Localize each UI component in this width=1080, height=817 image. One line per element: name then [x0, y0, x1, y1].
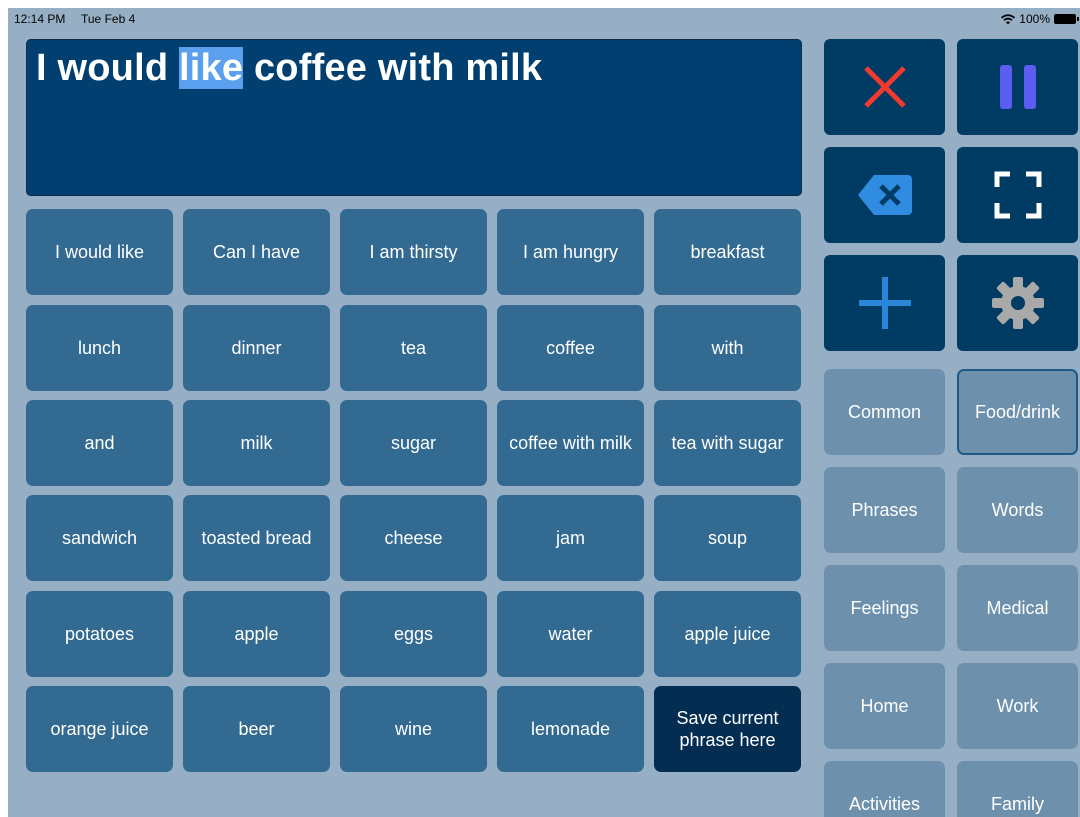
status-time: 12:14 PM	[14, 12, 66, 26]
phrase-tile[interactable]: coffee	[497, 305, 644, 391]
phrase-tile[interactable]: I would like	[26, 209, 173, 295]
backspace-icon	[857, 175, 912, 215]
category-label: Phrases	[851, 499, 918, 520]
save-phrase-tile[interactable]: Save current phrase here	[654, 686, 801, 772]
category-label: Family	[991, 793, 1044, 814]
category-words[interactable]: Words	[957, 467, 1078, 553]
gear-icon	[991, 277, 1044, 329]
phrase-tile[interactable]: dinner	[183, 305, 330, 391]
phrase-display[interactable]: I would like coffee with milk	[26, 39, 802, 196]
pause-button[interactable]	[957, 39, 1078, 135]
phrase-tile[interactable]: wine	[340, 686, 487, 772]
category-feelings[interactable]: Feelings	[824, 565, 945, 651]
phrase-text-after: coffee with milk	[243, 47, 543, 89]
category-family[interactable]: Family	[957, 761, 1078, 817]
category-common[interactable]: Common	[824, 369, 945, 455]
clear-phrase-button[interactable]	[824, 39, 945, 135]
phrase-tile[interactable]: I am hungry	[497, 209, 644, 295]
category-phrases[interactable]: Phrases	[824, 467, 945, 553]
phrase-tile[interactable]: coffee with milk	[497, 400, 644, 486]
add-button[interactable]	[824, 255, 945, 351]
phrase-tile[interactable]: apple juice	[654, 591, 801, 677]
category-activities[interactable]: Activities	[824, 761, 945, 817]
phrase-tile[interactable]: beer	[183, 686, 330, 772]
category-label: Activities	[848, 793, 920, 814]
phrase-tile[interactable]: sugar	[340, 400, 487, 486]
phrase-tile[interactable]: tea	[340, 305, 487, 391]
phrase-tile[interactable]: lemonade	[497, 686, 644, 772]
phrase-tile[interactable]: milk	[183, 400, 330, 486]
phrase-tile[interactable]: eggs	[340, 591, 487, 677]
phrase-tile[interactable]: sandwich	[26, 495, 173, 581]
category-label: Words	[991, 499, 1044, 520]
settings-button[interactable]	[957, 255, 1078, 351]
app-screen: 12:14 PM Tue Feb 4 100% I would like cof…	[8, 8, 1080, 817]
phrase-selected-word[interactable]: like	[179, 47, 244, 89]
category-label: Common	[847, 401, 922, 422]
backspace-button[interactable]	[824, 147, 945, 243]
plus-icon	[858, 277, 911, 329]
category-label: Medical	[986, 597, 1049, 618]
phrase-tile[interactable]: apple	[183, 591, 330, 677]
pause-icon	[999, 65, 1036, 109]
phrase-tile[interactable]: cheese	[340, 495, 487, 581]
category-food-drink[interactable]: Food/drink	[957, 369, 1078, 455]
phrase-tile[interactable]: I am thirsty	[340, 209, 487, 295]
phrase-tile[interactable]: and	[26, 400, 173, 486]
close-icon	[863, 66, 906, 108]
wifi-icon	[1001, 13, 1016, 24]
category-home[interactable]: Home	[824, 663, 945, 749]
save-phrase-label: Save current phrase here	[676, 708, 779, 750]
phrase-tile[interactable]: breakfast	[654, 209, 801, 295]
battery-icon	[1054, 14, 1079, 24]
phrase-tile[interactable]: jam	[497, 495, 644, 581]
category-label: Feelings	[850, 597, 919, 618]
phrase-tile[interactable]: Can I have	[183, 209, 330, 295]
status-bar: 12:14 PM Tue Feb 4 100%	[8, 8, 1080, 30]
phrase-tile[interactable]: toasted bread	[183, 495, 330, 581]
phrase-tile[interactable]: lunch	[26, 305, 173, 391]
phrase-tile[interactable]: tea with sugar	[654, 400, 801, 486]
phrase-tile[interactable]: with	[654, 305, 801, 391]
phrase-text[interactable]: I would like coffee with milk	[36, 47, 542, 90]
fullscreen-button[interactable]	[957, 147, 1078, 243]
status-date: Tue Feb 4	[81, 12, 136, 26]
category-label: Home	[860, 695, 909, 716]
phrase-text-before: I would	[36, 47, 180, 89]
category-medical[interactable]: Medical	[957, 565, 1078, 651]
phrase-tile[interactable]: potatoes	[26, 591, 173, 677]
phrase-tile[interactable]: orange juice	[26, 686, 173, 772]
category-work[interactable]: Work	[957, 663, 1078, 749]
fullscreen-icon	[994, 171, 1041, 219]
phrase-tile[interactable]: soup	[654, 495, 801, 581]
phrase-tile[interactable]: water	[497, 591, 644, 677]
battery-percent: 100%	[1019, 12, 1050, 26]
category-label: Work	[996, 695, 1039, 716]
status-right: 100%	[1001, 12, 1079, 26]
category-label: Food/drink	[974, 401, 1061, 422]
